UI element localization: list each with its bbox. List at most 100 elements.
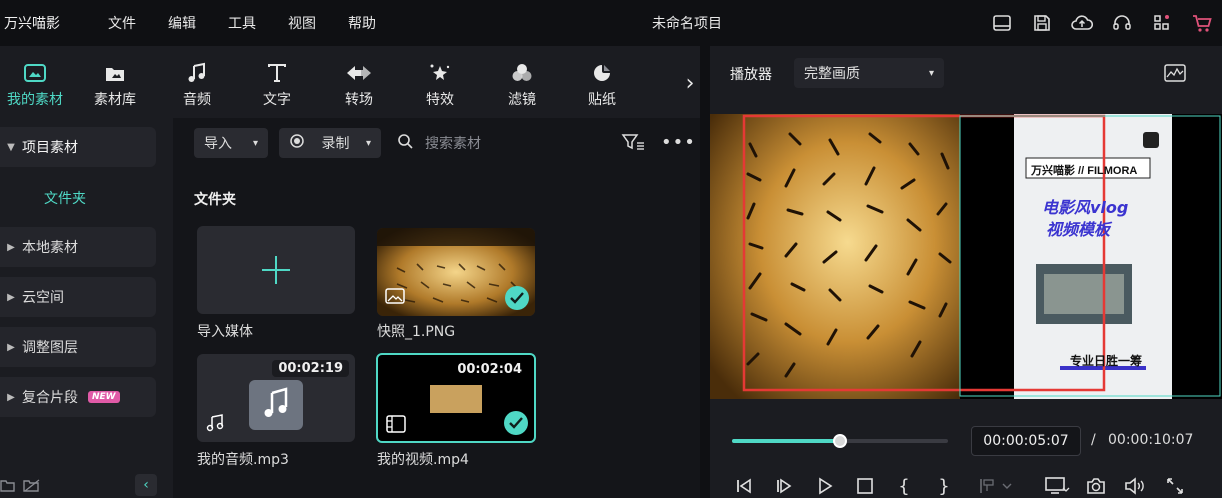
player-label: 播放器 — [730, 67, 772, 83]
chevron-down-icon: ▾ — [252, 137, 258, 149]
import-label: 导入 — [204, 136, 232, 152]
audio-media-card[interactable]: 00:02:19 — [197, 354, 355, 442]
nav-label: 调整图层 — [22, 340, 78, 356]
more-options-icon[interactable]: ••• — [661, 132, 696, 153]
preview-frame — [710, 114, 1222, 399]
progress-handle[interactable] — [833, 434, 847, 448]
play-icon[interactable] — [811, 474, 839, 498]
import-dropdown[interactable]: 导入 ▾ — [194, 128, 268, 158]
panel-divider[interactable] — [700, 46, 710, 498]
nav-label: 项目素材 — [22, 140, 78, 156]
media-toolbar: 我的素材 素材库 音频 文字 转场 特效 滤镜 贴纸 › — [0, 46, 700, 118]
chevron-down-icon: ▾ — [365, 137, 371, 149]
progress-scrubber[interactable] — [732, 434, 948, 448]
record-label: 录制 — [321, 136, 350, 152]
nav-label: 复合片段 — [22, 390, 78, 406]
app-window: 万兴喵影 文件 编辑 工具 视图 帮助 未命名项目 我的素材 素材库 音频 文字… — [0, 0, 1222, 498]
project-title: 未命名项目 — [652, 16, 722, 32]
record-dropdown[interactable]: 录制 ▾ — [279, 128, 381, 158]
video-media-card[interactable]: 00:02:04 — [376, 353, 536, 443]
music-note-icon — [262, 387, 290, 423]
save-icon[interactable] — [1022, 10, 1062, 36]
add-folder-icon[interactable] — [0, 477, 16, 497]
scopes-icon[interactable] — [1164, 64, 1186, 86]
import-media-card[interactable] — [197, 226, 355, 314]
sticker-icon — [567, 60, 637, 86]
tool-label: 文字 — [263, 92, 291, 108]
preview-footer: 专业日胜一筹 — [1070, 354, 1143, 368]
nav-label: 云空间 — [22, 290, 64, 306]
cart-icon[interactable] — [1182, 10, 1222, 36]
plus-icon — [260, 254, 292, 290]
remove-folder-icon[interactable] — [22, 477, 42, 497]
search-input[interactable]: 搜索素材 — [425, 133, 481, 153]
transition-icon — [324, 60, 394, 86]
menu-tools[interactable]: 工具 — [228, 13, 288, 33]
tool-my-media[interactable]: 我的素材 — [0, 60, 70, 109]
tool-filter[interactable]: 滤镜 — [487, 60, 557, 109]
card-label: 我的视频.mp4 — [377, 452, 469, 468]
tool-transition[interactable]: 转场 — [324, 60, 394, 109]
caret-right-icon: ▶ — [7, 241, 15, 253]
volume-icon[interactable] — [1121, 474, 1149, 498]
tool-text[interactable]: 文字 — [242, 60, 312, 109]
preview-headline-2: 视频模板 — [1046, 220, 1111, 239]
video-type-icon — [386, 415, 406, 437]
playback-controls: { } — [710, 474, 1222, 498]
tool-label: 我的素材 — [7, 92, 63, 108]
tool-label: 转场 — [345, 92, 373, 108]
cloud-upload-icon[interactable] — [1062, 10, 1102, 36]
menu-help[interactable]: 帮助 — [348, 13, 408, 33]
transport-bar: 00:00:05:07 / 00:00:10:07 { } — [710, 416, 1222, 498]
card-label: 导入媒体 — [197, 324, 253, 340]
mark-in-icon[interactable]: { — [890, 474, 918, 498]
prev-frame-icon[interactable] — [730, 474, 758, 498]
filter-sort-icon[interactable] — [621, 132, 645, 156]
headset-icon[interactable] — [1102, 10, 1142, 36]
next-frame-icon[interactable] — [770, 474, 798, 498]
section-title: 文件夹 — [194, 192, 236, 208]
current-time[interactable]: 00:00:05:07 — [971, 426, 1081, 456]
menu-file[interactable]: 文件 — [108, 13, 168, 33]
quality-dropdown[interactable]: 完整画质 ▾ — [794, 58, 944, 88]
mark-out-icon[interactable]: } — [930, 474, 958, 498]
preview-viewer[interactable]: 万兴喵影 // FILMORA 电影风vlog 视频模板 专业日胜一筹 — [710, 114, 1222, 399]
menu-view[interactable]: 视图 — [288, 13, 348, 33]
search-field[interactable]: 搜索素材 — [397, 128, 481, 158]
toolbar-more-button[interactable]: › — [682, 68, 698, 98]
quality-label: 完整画质 — [804, 66, 860, 82]
image-media-card[interactable] — [377, 228, 535, 316]
nav-compound-clip[interactable]: ▶ 复合片段 NEW — [0, 377, 156, 417]
stock-media-icon — [80, 60, 150, 86]
nav-label: 本地素材 — [22, 240, 78, 256]
nav-project-media[interactable]: ▼ 项目素材 — [0, 127, 156, 167]
app-brand: 万兴喵影 — [4, 16, 60, 32]
collapse-panel-button[interactable]: ‹ — [135, 474, 157, 496]
layout-icon[interactable] — [982, 10, 1022, 36]
insert-clip-icon[interactable] — [976, 474, 1016, 498]
nav-local-media[interactable]: ▶ 本地素材 — [0, 227, 156, 267]
media-panel: 导入 ▾ 录制 ▾ 搜索素材 ••• 文件夹 导入媒体 快照_1.PNG 00:… — [173, 118, 700, 498]
nav-adjustment-layer[interactable]: ▶ 调整图层 — [0, 327, 156, 367]
title-actions — [982, 10, 1222, 36]
video-thumb — [430, 385, 482, 413]
duration-badge: 00:02:19 — [272, 360, 349, 377]
display-output-icon[interactable] — [1041, 474, 1073, 498]
tool-effects[interactable]: 特效 — [405, 60, 475, 109]
text-icon — [242, 60, 312, 86]
fullscreen-icon[interactable] — [1161, 474, 1189, 498]
tool-audio[interactable]: 音频 — [162, 60, 232, 109]
menu-edit[interactable]: 编辑 — [168, 13, 228, 33]
check-icon — [504, 411, 528, 435]
filter-icon — [487, 60, 557, 86]
nav-folder[interactable]: 文件夹 — [44, 188, 86, 208]
stop-icon[interactable] — [851, 474, 879, 498]
tool-sticker[interactable]: 贴纸 — [567, 60, 637, 109]
image-type-icon — [385, 288, 405, 308]
tool-label: 贴纸 — [588, 92, 616, 108]
apps-grid-icon[interactable] — [1142, 10, 1182, 36]
duration-badge: 00:02:04 — [451, 361, 528, 378]
nav-cloud-space[interactable]: ▶ 云空间 — [0, 277, 156, 317]
snapshot-camera-icon[interactable] — [1082, 474, 1110, 498]
tool-stock-media[interactable]: 素材库 — [80, 60, 150, 109]
